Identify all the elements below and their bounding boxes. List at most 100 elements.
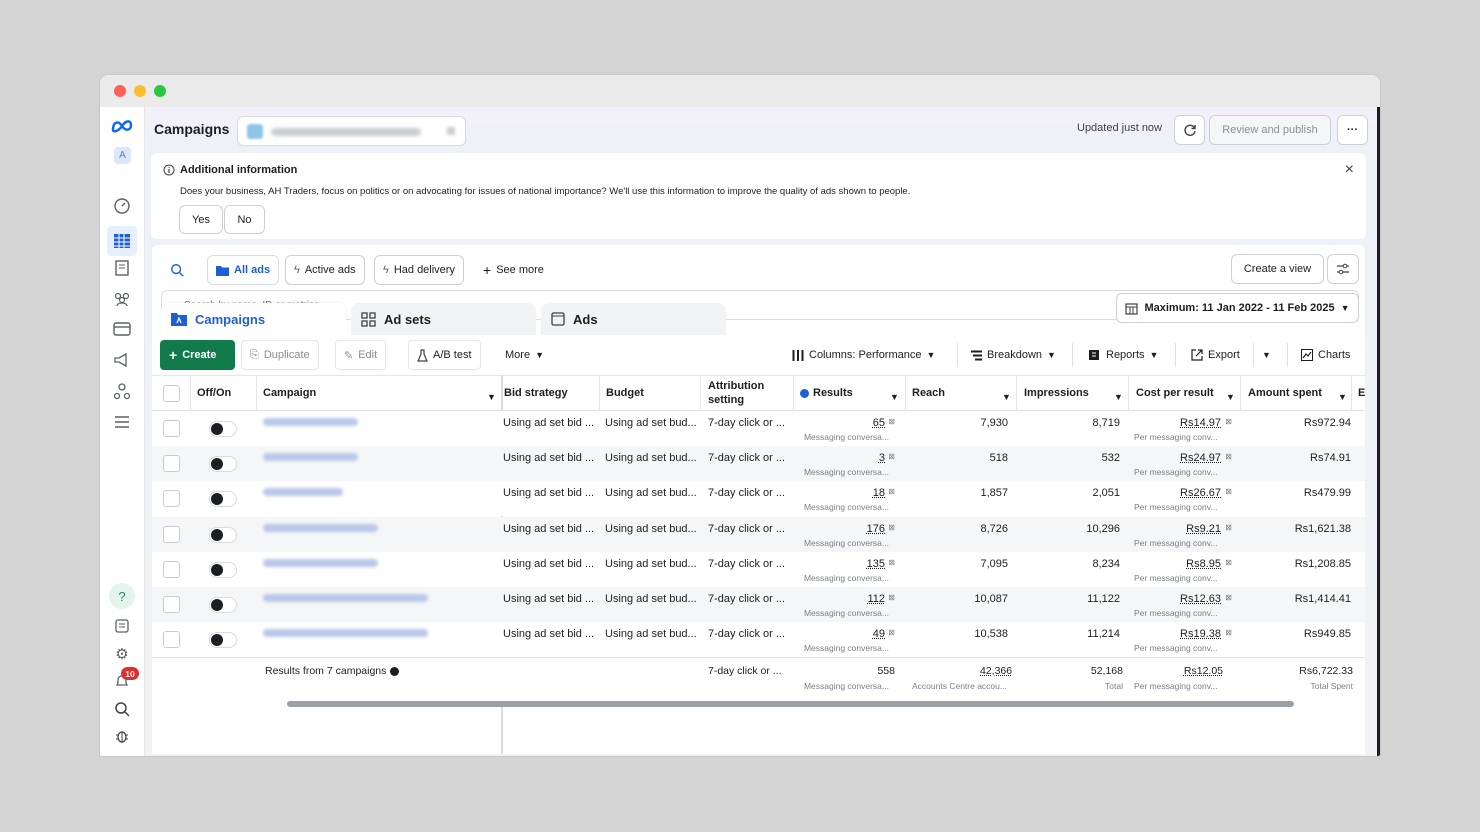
cell-results[interactable]: 112 (867, 593, 885, 605)
charts-button[interactable]: Charts (1293, 340, 1359, 370)
header-bid-strategy[interactable]: Bid strategy (504, 375, 568, 411)
sort-reach-icon[interactable]: ▼ (1002, 392, 1011, 402)
export-button[interactable]: Export (1183, 340, 1248, 370)
table-row[interactable]: Using ad set bid ... Using ad set bud...… (152, 587, 1365, 622)
table-row[interactable]: Using ad set bid ... Using ad set bud...… (152, 446, 1365, 482)
tab-ad-sets[interactable]: Ad sets (351, 303, 536, 335)
table-row[interactable]: Using ad set bid ... Using ad set bud...… (152, 516, 1365, 552)
header-budget[interactable]: Budget (606, 375, 644, 411)
create-view-button[interactable]: Create a view (1231, 254, 1324, 284)
no-button[interactable]: No (224, 205, 265, 234)
search-icon[interactable] (111, 698, 133, 720)
info-icon[interactable] (390, 666, 400, 676)
campaign-name-redacted[interactable] (263, 558, 378, 567)
totals-reach[interactable]: 42,366 (980, 665, 1012, 677)
table-row[interactable]: Using ad set bid ... Using ad set bud...… (152, 622, 1365, 658)
more-options-button[interactable]: ··· (1337, 115, 1368, 145)
notebook-icon[interactable] (111, 615, 133, 637)
row-checkbox[interactable] (163, 631, 180, 649)
ad-account-selector[interactable] (237, 116, 466, 146)
campaign-name-redacted[interactable] (263, 453, 358, 462)
campaign-toggle[interactable] (209, 632, 237, 649)
row-checkbox[interactable] (163, 596, 180, 613)
edit-button[interactable]: ✎ Edit (335, 340, 387, 370)
search-toggle-button[interactable] (161, 255, 192, 285)
campaign-name-redacted[interactable] (263, 629, 428, 638)
row-checkbox[interactable] (163, 525, 180, 543)
minimize-window-button[interactable] (134, 85, 146, 97)
campaign-toggle[interactable] (209, 526, 237, 543)
header-impressions[interactable]: Impressions (1024, 375, 1089, 411)
header-amount-spent[interactable]: Amount spent (1248, 375, 1322, 411)
cell-cost-per-result[interactable]: Rs26.67 (1180, 487, 1221, 499)
campaign-toggle[interactable] (209, 561, 237, 578)
table-row[interactable]: Using ad set bid ... Using ad set bud...… (152, 481, 1365, 517)
account-avatar[interactable]: A (114, 147, 131, 164)
duplicate-button[interactable]: ⎘ Duplicate (241, 340, 319, 370)
see-more-filters[interactable]: + See more (475, 255, 552, 285)
row-checkbox[interactable] (163, 560, 180, 578)
ab-test-button[interactable]: A/B test (408, 340, 481, 370)
header-results[interactable]: Results (800, 375, 853, 411)
cell-results[interactable]: 3 (879, 452, 885, 464)
header-truncated[interactable]: E (1358, 375, 1365, 411)
campaign-name-redacted[interactable] (263, 523, 378, 532)
cell-cost-per-result[interactable]: Rs19.38 (1180, 628, 1221, 640)
filter-active-ads[interactable]: ϟ Active ads (285, 255, 365, 285)
campaign-toggle[interactable] (209, 421, 237, 437)
campaign-toggle[interactable] (209, 597, 237, 613)
campaign-name-redacted[interactable] (263, 418, 358, 426)
export-options-button[interactable]: ▼ (1256, 340, 1277, 370)
header-campaign[interactable]: Campaign (263, 375, 316, 411)
row-checkbox[interactable] (163, 420, 180, 437)
maximize-window-button[interactable] (154, 85, 166, 97)
yes-button[interactable]: Yes (179, 205, 223, 234)
reports-button[interactable]: Reports ▼ (1081, 340, 1167, 370)
table-row[interactable]: Using ad set bid ... Using ad set bud...… (152, 411, 1365, 446)
tab-ads[interactable]: Ads (541, 303, 726, 335)
sort-results-icon[interactable]: ▼ (890, 392, 899, 402)
breakdown-button[interactable]: Breakdown ▼ (963, 340, 1064, 370)
more-actions-button[interactable]: More ▼ (497, 340, 552, 370)
close-banner-icon[interactable]: × (1345, 161, 1354, 179)
sort-campaign-icon[interactable]: ▼ (487, 392, 496, 402)
events-manager-icon[interactable] (111, 380, 133, 402)
filter-had-delivery[interactable]: ϟ Had delivery (374, 255, 464, 285)
cell-results[interactable]: 49 (873, 628, 885, 640)
filter-all-ads[interactable]: All ads (207, 255, 280, 285)
cell-cost-per-result[interactable]: Rs24.97 (1180, 452, 1221, 464)
tab-campaigns[interactable]: Campaigns (161, 303, 346, 335)
header-attribution[interactable]: Attribution setting (708, 375, 764, 411)
row-checkbox[interactable] (163, 490, 180, 508)
date-range-picker[interactable]: Maximum: 11 Jan 2022 - 11 Feb 2025 ▼ (1116, 293, 1359, 323)
header-off-on[interactable]: Off/On (197, 375, 231, 411)
create-button[interactable]: + Create (160, 340, 235, 370)
cell-results[interactable]: 135 (867, 558, 885, 570)
close-window-button[interactable] (114, 85, 126, 97)
menu-lines-icon[interactable] (111, 411, 133, 433)
cell-results[interactable]: 176 (867, 523, 885, 535)
horizontal-scrollbar[interactable] (287, 701, 1294, 707)
cell-cost-per-result[interactable]: Rs9.21 (1186, 523, 1221, 535)
campaign-toggle[interactable] (209, 491, 237, 508)
totals-cost-per-result[interactable]: Rs12.05 (1184, 665, 1223, 677)
review-and-publish-button[interactable]: Review and publish (1209, 115, 1331, 145)
cell-cost-per-result[interactable]: Rs8.95 (1186, 558, 1221, 570)
table-row[interactable]: Using ad set bid ... Using ad set bud...… (152, 551, 1365, 587)
pages-icon[interactable] (111, 257, 133, 279)
meta-logo-icon[interactable] (111, 115, 133, 137)
campaign-name-redacted[interactable] (263, 488, 343, 497)
cell-results[interactable]: 18 (873, 487, 885, 499)
help-icon[interactable]: ? (109, 583, 135, 609)
bug-report-icon[interactable] (111, 725, 133, 747)
cell-cost-per-result[interactable]: Rs12.63 (1180, 593, 1221, 605)
header-cost-per-result[interactable]: Cost per result (1136, 375, 1214, 411)
row-checkbox[interactable] (163, 455, 180, 473)
audiences-icon[interactable] (111, 288, 133, 310)
columns-button[interactable]: Columns: Performance ▼ (784, 340, 944, 370)
sort-cpr-icon[interactable]: ▼ (1226, 392, 1235, 402)
customize-filters-button[interactable] (1327, 254, 1359, 284)
campaign-toggle[interactable] (209, 456, 237, 473)
billing-card-icon[interactable] (111, 318, 133, 340)
sort-spent-icon[interactable]: ▼ (1338, 392, 1347, 402)
